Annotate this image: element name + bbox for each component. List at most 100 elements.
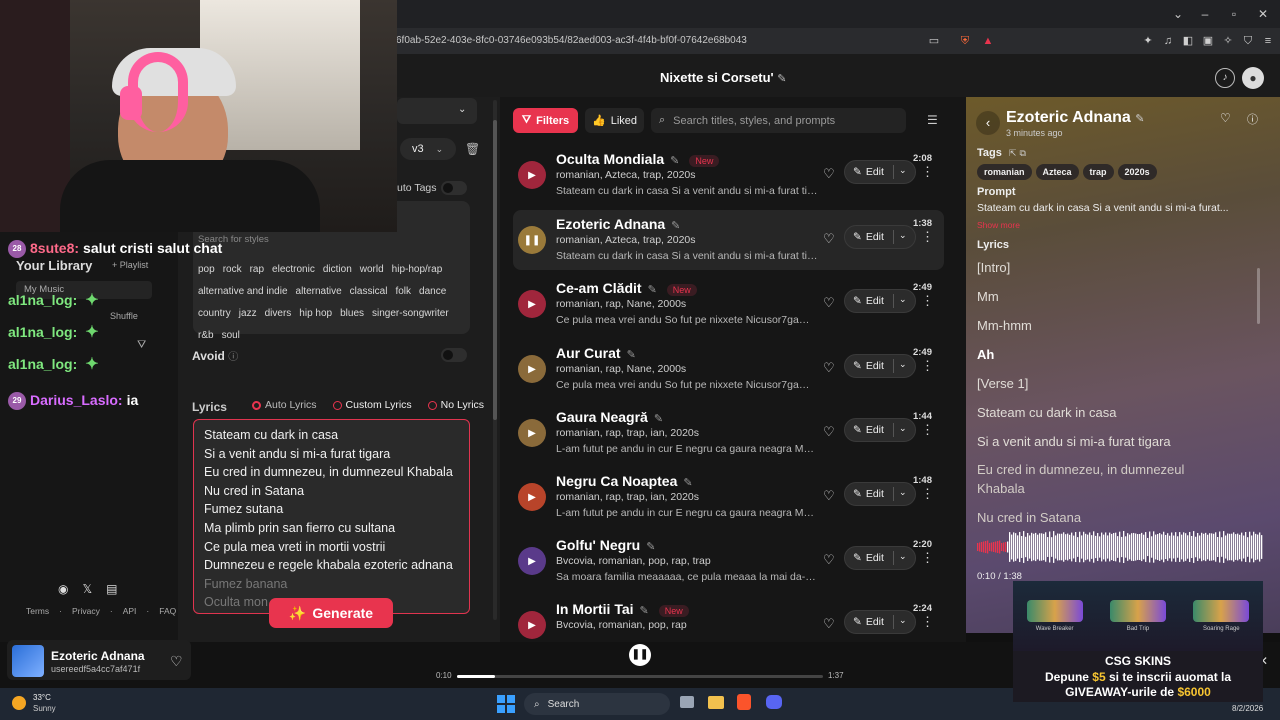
song-title[interactable]: Aur Curat ✎ bbox=[556, 345, 636, 361]
edit-button[interactable]: ✎ Edit ⌄ bbox=[844, 546, 916, 570]
info-icon[interactable]: ⓘ bbox=[1247, 111, 1258, 127]
style-chip[interactable]: singer-songwriter bbox=[372, 308, 449, 319]
play-icon[interactable]: ▶ bbox=[518, 161, 546, 189]
lyrics-textarea[interactable]: Stateam cu dark in casa Si a venit andu s… bbox=[193, 419, 470, 614]
docs-icon[interactable]: ▤ bbox=[106, 582, 117, 596]
more-icon[interactable]: ⋮ bbox=[921, 358, 934, 374]
song-row[interactable]: ▶ Gaura Neagră ✎ romanian, rap, trap, ian, … bbox=[513, 403, 944, 463]
style-chip[interactable]: rap bbox=[250, 264, 264, 275]
style-chip[interactable]: world bbox=[360, 264, 384, 275]
chevron-down-icon[interactable]: ⌄ bbox=[899, 359, 907, 370]
taskbar-search[interactable]: ⌕ Search bbox=[524, 693, 670, 715]
leo-icon[interactable]: ✧ bbox=[1220, 33, 1236, 49]
play-icon[interactable]: ▶ bbox=[518, 483, 546, 511]
chevron-down-icon[interactable]: ⌄ bbox=[899, 423, 907, 434]
lyrics-scrollbar[interactable] bbox=[1257, 268, 1260, 324]
song-row[interactable]: ▶ Golfu' Negru ✎ Bvcovia, romanian, pop, ra… bbox=[513, 531, 944, 591]
edit-button[interactable]: ✎ Edit ⌄ bbox=[844, 482, 916, 506]
more-icon[interactable]: ⋮ bbox=[921, 229, 934, 245]
play-icon[interactable]: ▶ bbox=[518, 611, 546, 639]
auto-lyrics-radio[interactable]: Auto Lyrics bbox=[252, 399, 317, 411]
more-icon[interactable]: ⋮ bbox=[921, 486, 934, 502]
play-icon[interactable]: ▶ bbox=[518, 355, 546, 383]
chevron-down-icon[interactable]: ⌄ bbox=[899, 615, 907, 626]
more-icon[interactable]: ⋮ bbox=[921, 614, 934, 630]
edit-button[interactable]: ✎ Edit ⌄ bbox=[844, 610, 916, 634]
bell-icon[interactable]: ♪ bbox=[1215, 68, 1235, 88]
song-title[interactable]: Gaura Neagră ✎ bbox=[556, 409, 663, 425]
pencil-icon[interactable]: ✎ bbox=[627, 349, 636, 361]
song-title[interactable]: Oculta Mondiala ✎ New bbox=[556, 151, 720, 167]
api-link[interactable]: API bbox=[123, 606, 137, 616]
pencil-icon[interactable]: ✎ bbox=[1135, 113, 1144, 125]
tag-chip[interactable]: Azteca bbox=[1035, 164, 1079, 180]
x-icon[interactable]: 𝕏 bbox=[82, 582, 92, 596]
tag-chip[interactable]: 2020s bbox=[1117, 164, 1157, 180]
trash-icon[interactable]: 🗑 bbox=[465, 142, 480, 156]
chat-username[interactable]: al1na_log: bbox=[8, 292, 77, 308]
back-button[interactable]: ‹ bbox=[976, 111, 1000, 135]
discord-taskbar-icon[interactable] bbox=[766, 695, 782, 709]
song-row[interactable]: ▶ Negru Ca Noaptea ✎ romanian, rap, trap, i… bbox=[513, 467, 944, 527]
chevron-down-icon[interactable]: ⌄ bbox=[899, 230, 907, 241]
brave-browser-icon[interactable] bbox=[737, 694, 751, 710]
more-icon[interactable]: ⋮ bbox=[921, 422, 934, 438]
show-more-link[interactable]: Show more bbox=[977, 220, 1020, 230]
pencil-icon[interactable]: ✎ bbox=[646, 541, 655, 553]
song-title[interactable]: Negru Ca Noaptea ✎ bbox=[556, 473, 693, 489]
faq-link[interactable]: FAQ bbox=[159, 606, 176, 616]
version-select[interactable]: v3 ⌄ bbox=[400, 138, 456, 160]
generate-button[interactable]: ✨ Generate bbox=[269, 598, 393, 628]
chat-username[interactable]: Darius_Laslo: bbox=[30, 392, 123, 408]
style-chip[interactable]: hip-hop/rap bbox=[392, 264, 443, 275]
edit-button[interactable]: ✎ Edit ⌄ bbox=[844, 354, 916, 378]
chevron-down-icon[interactable]: ⌄ bbox=[899, 551, 907, 562]
song-row[interactable]: ❚❚ Ezoteric Adnana ✎ romanian, Azteca, trap… bbox=[513, 210, 944, 270]
style-chip[interactable]: hip hop bbox=[299, 308, 332, 319]
url-text[interactable]: 6f0ab-52e2-403e-8fc0-03746e093b54/82aed0… bbox=[396, 35, 747, 46]
tag-chip[interactable]: trap bbox=[1082, 164, 1114, 180]
vpn-icon[interactable]: ⛉ bbox=[1240, 33, 1256, 49]
user-avatar-icon[interactable]: ● bbox=[1242, 67, 1264, 89]
wallet-icon[interactable]: ▣ bbox=[1200, 33, 1216, 49]
minimize-button[interactable]: – bbox=[1197, 6, 1213, 22]
filters-button[interactable]: ⛛ Filters bbox=[513, 108, 578, 133]
heart-icon[interactable]: ♡ bbox=[823, 616, 835, 632]
style-chip[interactable]: classical bbox=[350, 286, 388, 297]
pencil-icon[interactable]: ✎ bbox=[683, 477, 692, 489]
avoid-toggle[interactable] bbox=[441, 348, 467, 362]
terms-link[interactable]: Terms bbox=[26, 606, 49, 616]
play-icon[interactable]: ▶ bbox=[518, 419, 546, 447]
seek-bar[interactable] bbox=[457, 675, 823, 678]
pause-icon[interactable]: ❚❚ bbox=[518, 226, 546, 254]
song-title[interactable]: Ezoteric Adnana ✎ bbox=[556, 216, 680, 232]
heart-icon[interactable]: ♡ bbox=[823, 166, 835, 182]
play-icon[interactable]: ▶ bbox=[518, 547, 546, 575]
chevron-down-icon[interactable]: ⌄ bbox=[899, 487, 907, 498]
heart-icon[interactable]: ♡ bbox=[823, 488, 835, 504]
windows-start-icon[interactable] bbox=[497, 695, 515, 713]
edit-button[interactable]: ✎ Edit ⌄ bbox=[844, 225, 916, 249]
edit-button[interactable]: ✎ Edit ⌄ bbox=[844, 289, 916, 313]
pencil-icon[interactable]: ✎ bbox=[654, 413, 663, 425]
song-title[interactable]: Golfu' Negru ✎ bbox=[556, 537, 655, 553]
style-chip[interactable]: diction bbox=[323, 264, 352, 275]
more-icon[interactable]: ⋮ bbox=[921, 293, 934, 309]
weather-temp[interactable]: 33°C bbox=[33, 693, 51, 702]
more-icon[interactable]: ⋮ bbox=[921, 164, 934, 180]
song-row[interactable]: ▶ Oculta Mondiala ✎ New romanian, Azteca, tr… bbox=[513, 145, 944, 205]
style-chip[interactable]: alternative bbox=[296, 286, 342, 297]
style-chip[interactable]: blues bbox=[340, 308, 364, 319]
pause-button[interactable]: ❚❚ bbox=[629, 644, 651, 666]
style-chip[interactable]: folk bbox=[395, 286, 411, 297]
chevron-down-icon[interactable]: ⌄ bbox=[1170, 6, 1186, 22]
discord-icon[interactable]: ◉ bbox=[58, 582, 68, 596]
song-search-input[interactable]: ⌕ Search titles, styles, and prompts bbox=[651, 108, 906, 133]
song-title[interactable]: In Mortii Tai ✎ New bbox=[556, 601, 689, 617]
heart-icon[interactable]: ♡ bbox=[170, 653, 183, 670]
pencil-icon[interactable]: ✎ bbox=[648, 284, 657, 296]
heart-icon[interactable]: ♡ bbox=[823, 360, 835, 376]
screen-cast-icon[interactable]: ▭ bbox=[926, 33, 942, 49]
pencil-icon[interactable]: ✎ bbox=[671, 220, 680, 232]
heart-icon[interactable]: ♡ bbox=[823, 295, 835, 311]
